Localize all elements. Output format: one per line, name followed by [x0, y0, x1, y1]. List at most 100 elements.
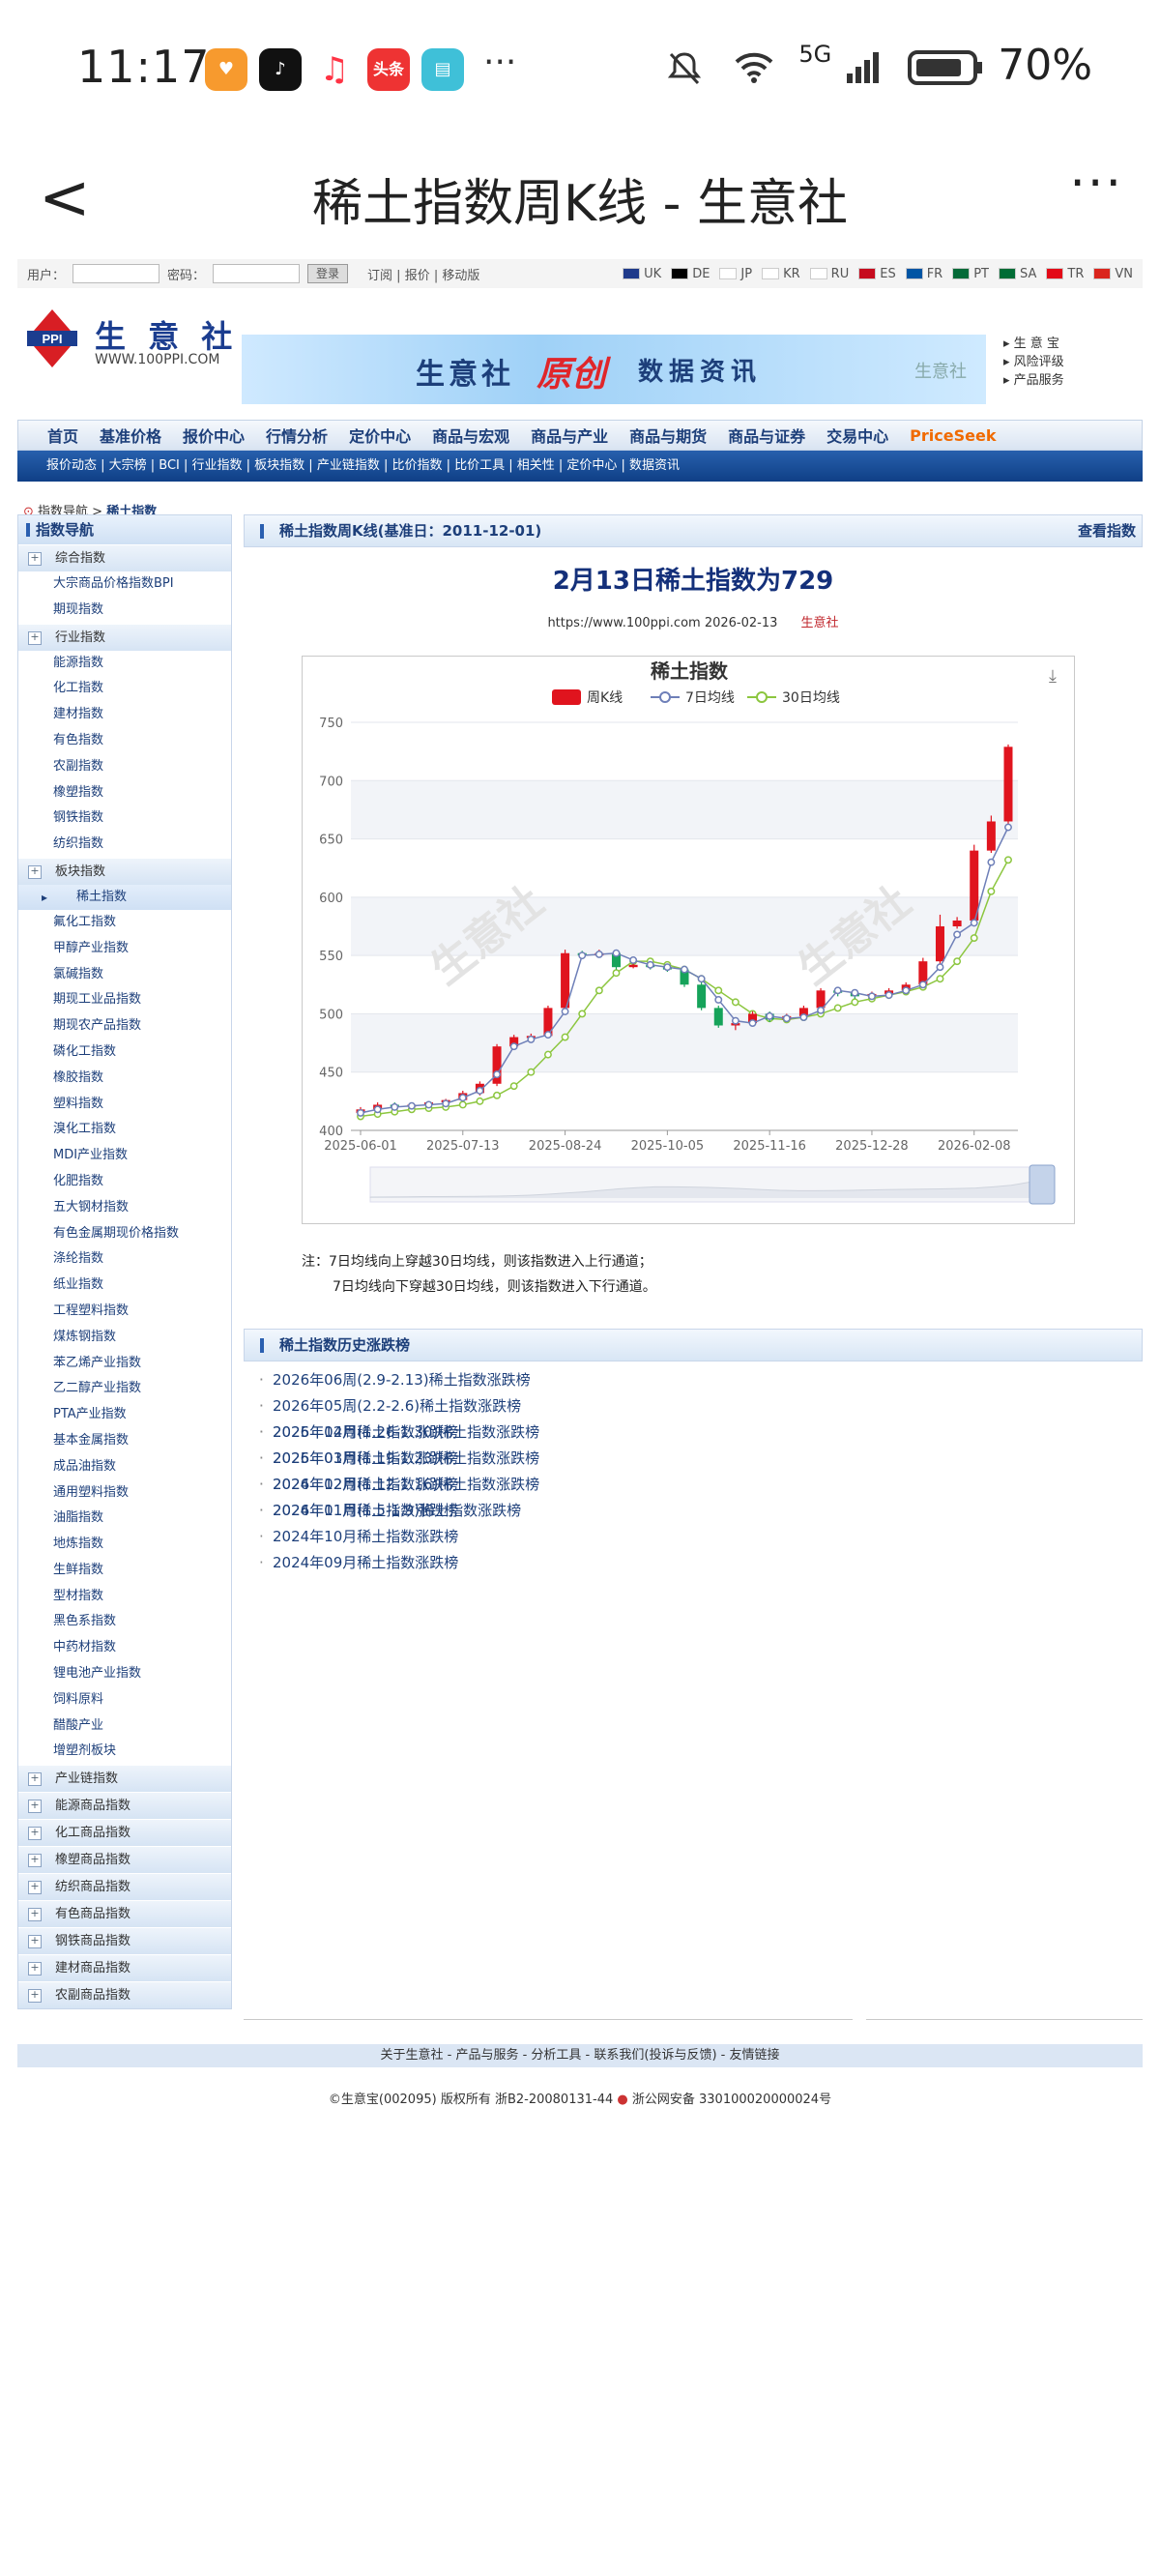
sidebar-item[interactable]: 化肥指数: [18, 1168, 231, 1195]
language-link[interactable]: DE: [671, 267, 710, 281]
footer-links[interactable]: 关于生意社 - 产品与服务 - 分析工具 - 联系我们(投诉与反馈) - 友情链…: [17, 2044, 1143, 2067]
sidebar-item[interactable]: 有色金属期现价格指数: [18, 1220, 231, 1247]
sidebar-item[interactable]: 地炼指数: [18, 1532, 231, 1558]
username-input[interactable]: [72, 264, 160, 283]
language-link[interactable]: PT: [952, 267, 989, 281]
sidebar-item[interactable]: 通用塑料指数: [18, 1479, 231, 1507]
sidebar-item[interactable]: 纸业指数: [18, 1273, 231, 1299]
sidebar-item[interactable]: 甲醇产业指数: [18, 935, 231, 962]
brand-link[interactable]: ▸ 生 意 宝: [1003, 335, 1064, 353]
sidebar-item[interactable]: 工程塑料指数: [18, 1298, 231, 1325]
sidebar-item[interactable]: 溴化工指数: [18, 1117, 231, 1144]
sidebar-group[interactable]: 农副商品指数: [18, 1981, 231, 2009]
sidebar-item[interactable]: 农副指数: [18, 753, 231, 780]
ad-banner[interactable]: 生意社 原创 数据资讯 生意社: [242, 335, 986, 404]
sidebar-group-comprehensive[interactable]: 综合指数: [18, 544, 231, 571]
ppi-logo-icon[interactable]: PPI: [27, 309, 77, 367]
language-link[interactable]: UK: [623, 267, 661, 281]
sidebar-group[interactable]: 钢铁商品指数: [18, 1927, 231, 1955]
history-link[interactable]: 2024年09月稀土指数涨跌榜: [259, 1550, 1143, 1576]
sidebar-item[interactable]: 煤炼钢指数: [18, 1324, 231, 1351]
sub-nav[interactable]: 报价动态 | 大宗榜 | BCI | 行业指数 | 板块指数 | 产业链指数 |…: [17, 451, 1143, 482]
sidebar-item[interactable]: 纺织指数: [18, 832, 231, 858]
nav-item[interactable]: 商品与证券: [728, 424, 805, 447]
language-link[interactable]: JP: [719, 267, 752, 281]
back-button[interactable]: <: [39, 162, 91, 234]
password-input[interactable]: [213, 264, 301, 283]
sidebar-group[interactable]: 有色商品指数: [18, 1900, 231, 1928]
language-link[interactable]: RU: [809, 267, 849, 281]
history-link[interactable]: 2025年12月稀土指数涨跌榜: [259, 1420, 1143, 1446]
sidebar-group[interactable]: 建材商品指数: [18, 1954, 231, 1982]
nav-item[interactable]: 商品与产业: [531, 424, 608, 447]
sidebar-group[interactable]: 橡塑商品指数: [18, 1846, 231, 1874]
nav-item[interactable]: 行情分析: [266, 424, 328, 447]
nav-item[interactable]: 商品与期货: [629, 424, 707, 447]
sidebar-group[interactable]: 纺织商品指数: [18, 1873, 231, 1901]
sidebar-item[interactable]: 橡塑指数: [18, 779, 231, 806]
nav-item[interactable]: 交易中心: [826, 424, 888, 447]
nav-item[interactable]: 首页: [47, 424, 78, 447]
nav-item[interactable]: 报价中心: [183, 424, 245, 447]
sidebar-item[interactable]: 期现指数: [18, 597, 231, 624]
sidebar-item[interactable]: 苯乙烯产业指数: [18, 1350, 231, 1377]
language-link[interactable]: SA: [999, 267, 1036, 281]
sidebar-item[interactable]: 锂电池产业指数: [18, 1661, 231, 1687]
source-name[interactable]: 生意社: [801, 616, 839, 630]
history-link[interactable]: 2024年11月稀土指数涨跌榜: [259, 1498, 1143, 1524]
sidebar-item[interactable]: 期现工业品指数: [18, 987, 231, 1014]
sidebar-item[interactable]: 氯碱指数: [18, 961, 231, 988]
sidebar-item[interactable]: 钢铁指数: [18, 805, 231, 833]
sidebar-item[interactable]: 磷化工指数: [18, 1039, 231, 1066]
sidebar-item[interactable]: 醋酸产业: [18, 1712, 231, 1740]
sidebar-group[interactable]: 能源商品指数: [18, 1792, 231, 1820]
language-link[interactable]: ES: [858, 267, 896, 281]
sidebar-item[interactable]: 大宗商品价格指数BPI: [18, 571, 231, 598]
sidebar-item[interactable]: 黑色系指数: [18, 1609, 231, 1636]
sidebar-item[interactable]: 基本金属指数: [18, 1427, 231, 1454]
history-link[interactable]: 2024年12月稀土指数涨跌榜: [259, 1472, 1143, 1498]
history-link[interactable]: 2025年01月稀土指数涨跌榜: [259, 1446, 1143, 1472]
sidebar-item[interactable]: 乙二醇产业指数: [18, 1376, 231, 1403]
sidebar-item[interactable]: 氟化工指数: [18, 909, 231, 936]
police-text[interactable]: 浙公网安备 330100020000024号: [632, 2093, 831, 2107]
sidebar-item[interactable]: 型材指数: [18, 1583, 231, 1610]
sidebar-item[interactable]: 化工指数: [18, 676, 231, 703]
sidebar-group[interactable]: 化工商品指数: [18, 1819, 231, 1847]
nav-item[interactable]: 定价中心: [349, 424, 411, 447]
sidebar-group-sector[interactable]: 板块指数: [18, 857, 231, 885]
language-link[interactable]: KR: [762, 267, 800, 281]
language-link[interactable]: TR: [1046, 267, 1084, 281]
sidebar-item[interactable]: 能源指数: [18, 650, 231, 677]
nav-item[interactable]: 商品与宏观: [432, 424, 509, 447]
sidebar-item[interactable]: 五大钢材指数: [18, 1194, 231, 1221]
sidebar-item[interactable]: 有色指数: [18, 727, 231, 754]
brand-link[interactable]: ▸ 产品服务: [1003, 371, 1064, 390]
sidebar-item[interactable]: MDI产业指数: [18, 1143, 231, 1169]
sidebar-item[interactable]: 涤纶指数: [18, 1246, 231, 1273]
sidebar-group-industry[interactable]: 行业指数: [18, 623, 231, 651]
view-index-link[interactable]: 查看指数: [1078, 515, 1136, 546]
sidebar-item[interactable]: 中药材指数: [18, 1635, 231, 1662]
sidebar-item[interactable]: 成品油指数: [18, 1453, 231, 1480]
sidebar-item[interactable]: 生鲜指数: [18, 1557, 231, 1584]
sidebar-item[interactable]: 油脂指数: [18, 1506, 231, 1533]
top-links[interactable]: 订阅 | 报价 | 移动版: [367, 265, 479, 283]
more-menu-button[interactable]: ···: [1069, 155, 1123, 213]
nav-item[interactable]: PriceSeek: [910, 426, 996, 445]
sidebar-item[interactable]: 增塑剂板块: [18, 1739, 231, 1766]
history-link[interactable]: 2024年10月稀土指数涨跌榜: [259, 1524, 1143, 1550]
sidebar-item[interactable]: 饲料原料: [18, 1686, 231, 1713]
sidebar-item[interactable]: 建材指数: [18, 702, 231, 728]
language-link[interactable]: FR: [905, 267, 942, 281]
brand-link[interactable]: ▸ 风险评级: [1003, 353, 1064, 371]
sidebar-item[interactable]: PTA产业指数: [18, 1402, 231, 1428]
login-button[interactable]: 登录: [307, 264, 349, 283]
sidebar-group[interactable]: 产业链指数: [18, 1765, 231, 1793]
sidebar-item[interactable]: 塑料指数: [18, 1091, 231, 1118]
nav-item[interactable]: 基准价格: [100, 424, 161, 447]
history-link[interactable]: 2026年06周(2.9-2.13)稀土指数涨跌榜: [259, 1367, 1143, 1393]
language-link[interactable]: VN: [1093, 267, 1133, 281]
sidebar-item[interactable]: 期现农产品指数: [18, 1013, 231, 1039]
sidebar-item[interactable]: 橡胶指数: [18, 1065, 231, 1092]
